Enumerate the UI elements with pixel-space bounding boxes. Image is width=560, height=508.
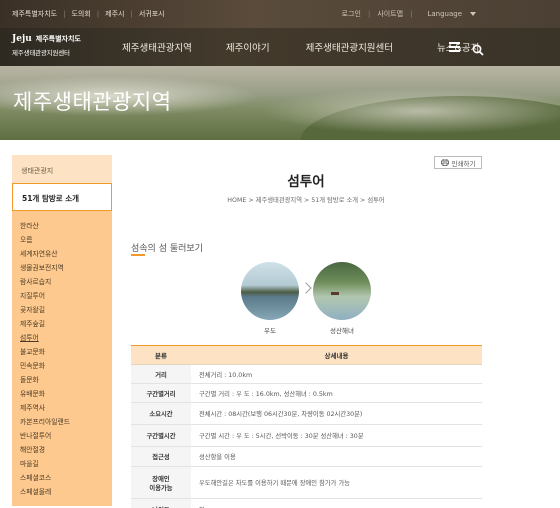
sidebar-item[interactable]: 마을길 [20,457,112,471]
logo-line2: 제주생태관광지원센터 [12,49,70,57]
sidebar-item[interactable]: 한라산 [20,219,112,233]
table-row: 거리 전체거리 : 10.0km [131,364,482,384]
hero-title: 제주생태관광지역 [13,90,172,114]
row-key: 장애인 이용가능 [131,466,191,499]
table-header-details: 상세내용 [191,345,482,365]
row-value: 전체거리 : 10.0km [191,364,482,384]
printer-icon [440,159,449,166]
table-row: 구간별시간 구간별 시간 : 우 도 : 5시간, 선박이동 : 30분 성산해녀… [131,424,482,447]
sidebar-item[interactable]: 생물권보전지역 [20,261,112,275]
main-menu: 제주생태관광지역 제주이야기 제주생태관광지원센터 뉴스&공지 [122,28,479,66]
divider: | [63,10,66,18]
logo-line1: 제주특별자치도 [35,35,81,43]
udo-image[interactable] [241,262,299,320]
divider: | [130,10,133,18]
sidebar-item[interactable]: 돌문화 [20,373,112,387]
row-key: 구간별시간 [131,424,191,447]
divider: | [367,10,371,18]
row-value: 구간별 거리 : 우 도 : 16.0km, 성산해녀 : 0.5km [191,383,482,403]
sidebar-item[interactable]: 제주숲길 [20,317,112,331]
row-key: 소요시간 [131,402,191,425]
table-row: 접근성 성산항을 이용 [131,446,482,467]
search-icon[interactable] [472,41,484,56]
sidebar-selected-category[interactable]: 51개 탐방로 소개 [12,183,112,211]
row-value: 성산항을 이용 [191,446,482,467]
print-label: 인쇄하기 [451,159,476,168]
nav-item-eco-area[interactable]: 제주생태관광지역 [122,40,192,54]
link-jeju-city[interactable]: 제주시 [105,9,124,19]
sidebar-item[interactable]: 유배문화 [20,387,112,401]
row-key: 접근성 [131,446,191,467]
sidebar-item[interactable]: 세계자연유산 [20,247,112,261]
chevron-down-icon [470,12,476,16]
sidebar-item[interactable]: 오름 [20,233,112,247]
seongsan-haenyeo-image[interactable] [313,262,371,320]
section-title-underline [131,254,145,256]
row-key: 난이도 [131,498,191,508]
hero-fog [260,88,560,134]
sidebar-item[interactable]: 섬투어 [20,331,112,345]
section-title: 섬속의 섬 둘러보기 [131,244,203,254]
sidebar-item[interactable]: 지질투어 [20,289,112,303]
divider: | [96,10,100,18]
sitemap-link[interactable]: 사이트맵 [377,9,403,19]
table-row: 구간별거리 구간별 거리 : 우 도 : 16.0km, 성산해녀 : 0.5km [131,383,482,403]
table-row: 장애인 이용가능 우도해안길은 차도를 이용하기 때문에 장애인 참가가 가능 [131,466,482,499]
sidebar-item[interactable]: 곶자왈길 [20,303,112,317]
print-button[interactable]: 인쇄하기 [434,156,482,169]
sidebar-item[interactable]: 람사르습지 [20,275,112,289]
sidebar-item[interactable]: 민속문화 [20,359,112,373]
sidebar-item[interactable]: 카본프리아일랜드 [20,415,112,429]
link-jeju-province[interactable]: 제주특별자치도 [12,9,57,19]
row-key: 구간별거리 [131,383,191,403]
divider: | [410,10,413,18]
sidebar-list: 한라산 오름 세계자연유산 생물권보전지역 람사르습지 지질투어 곶자왈길 제주숲길 섬투어 불교… [12,211,112,506]
link-council[interactable]: 도의회 [71,9,90,19]
sidebar-item[interactable]: 해안절경 [20,443,112,457]
row-value: 하 [191,498,482,508]
sidebar-header[interactable]: 생태관광지 [12,155,112,183]
island-label-seongsan: 성산해녀 [330,327,354,335]
top-utility-bar: 제주특별자치도 | 도의회 | 제주시 | 서귀포시 로그인 | 사이트맵 | … [0,0,560,28]
table-row: 난이도하 [131,498,482,508]
sidebar-item[interactable]: 스페셜올레 [20,485,112,499]
row-value: 전체시간 : 08시간(보행 06시간30분, 차량이동 02시간30분) [191,402,482,425]
row-value: 구간별 시간 : 우 도 : 5시간, 선박이동 : 30분 성산해녀 : 30… [191,424,482,447]
language-label: Language [427,10,462,18]
chevron-right-icon [300,282,312,294]
menu-icon[interactable] [449,42,460,52]
language-select[interactable]: Language [427,10,476,18]
link-seogwipo-city[interactable]: 서귀포시 [139,9,165,19]
login-link[interactable]: 로그인 [342,9,361,19]
island-label-udo: 우도 [264,327,276,335]
hero-banner: 제주생태관광지역 [0,66,560,140]
course-info-table: 분류 상세내용 거리 전체거리 : 10.0km 구간별거리 구간별 거리 : 우 도… [131,345,482,508]
sidebar-item[interactable]: 스페셜코스 [20,471,112,485]
logo-mark: Jeju [12,34,32,44]
sidebar-item[interactable]: 제주역사 [20,401,112,415]
main-navbar: Jeju 제주특별자치도 제주생태관광지원센터 제주생태관광지역 제주이야기 제주… [0,28,560,66]
sidebar-item[interactable]: 불교문화 [20,345,112,359]
page-title: 섬투어 [287,174,325,190]
row-key: 거리 [131,364,191,384]
table-header-category: 분류 [131,345,191,365]
nav-item-jeju-story[interactable]: 제주이야기 [226,40,270,54]
utility-links: 로그인 | 사이트맵 | Language [342,0,476,28]
sidebar-item[interactable]: 반나절투어 [20,429,112,443]
row-value: 우도해안길은 차도를 이용하기 때문에 장애인 참가가 가능 [191,466,482,499]
sidebar: 생태관광지 51개 탐방로 소개 한라산 오름 세계자연유산 생물권보전지역 람사르습지… [12,155,112,506]
table-row: 소요시간 전체시간 : 08시간(보행 06시간30분, 차량이동 02시간30분… [131,402,482,425]
gov-links: 제주특별자치도 | 도의회 | 제주시 | 서귀포시 [12,0,165,28]
nav-item-support-center[interactable]: 제주생태관광지원센터 [306,40,393,54]
site-logo[interactable]: Jeju 제주특별자치도 제주생태관광지원센터 [12,34,110,62]
breadcrumb: HOME > 제주생태관광지역 > 51개 탐방로 소개 > 섬투어 [227,197,385,204]
